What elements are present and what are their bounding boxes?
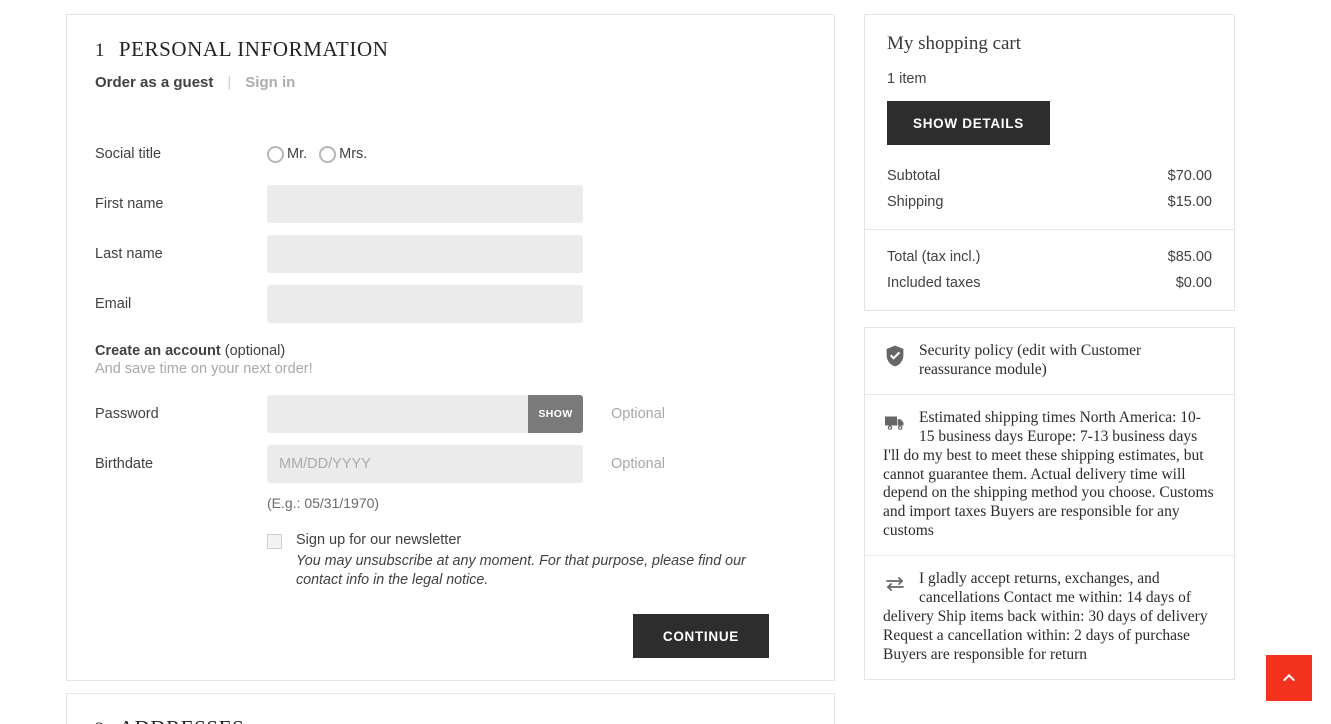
continue-button[interactable]: CONTINUE: [632, 614, 769, 659]
newsletter-subtitle: You may unsubscribe at any moment. For t…: [296, 552, 746, 588]
addresses-card[interactable]: 2 ADDRESSES: [66, 693, 835, 724]
reassurance-block-shipping: Estimated shipping times North America: …: [865, 395, 1234, 557]
show-details-button[interactable]: SHOW DETAILS: [887, 101, 1050, 145]
create-account-subtitle: And save time on your next order!: [95, 361, 313, 377]
first-name-label: First name: [95, 196, 164, 212]
truck-icon: [883, 411, 907, 435]
password-optional-tag: Optional: [611, 406, 666, 422]
shield-check-icon: [883, 344, 907, 368]
cart-subtotals: Subtotal $70.00 Shipping $15.00: [865, 163, 1234, 229]
newsletter-checkbox[interactable]: [267, 534, 282, 549]
newsletter-row: Sign up for our newsletter You may unsub…: [267, 531, 806, 590]
cart-item-count: 1 item: [887, 71, 927, 87]
reassurance-card: Security policy (edit with Customer reas…: [864, 327, 1235, 680]
order-as-guest-tab[interactable]: Order as a guest: [95, 74, 213, 91]
personal-information-card: 1 PERSONAL INFORMATION Order as a guest | S…: [66, 14, 835, 682]
social-title-radio-group: Mr. Mrs.: [267, 135, 379, 173]
step-2-number: 2: [95, 719, 105, 724]
show-password-button[interactable]: SHOW: [528, 395, 583, 433]
cart-taxes-row: Included taxes $0.00: [887, 270, 1212, 296]
password-field-group: SHOW: [267, 395, 583, 433]
email-label: Email: [95, 296, 132, 312]
last-name-row: Last name: [95, 235, 806, 273]
guest-signin-tabs: Order as a guest | Sign in: [67, 62, 834, 117]
last-name-input[interactable]: [267, 235, 583, 273]
cart-line-shipping-label: Shipping: [887, 194, 944, 210]
password-row: Password SHOW Optional: [95, 395, 806, 433]
birthdate-label: Birthdate: [95, 456, 154, 472]
checkout-page: 1 PERSONAL INFORMATION Order as a guest | S…: [0, 0, 1331, 724]
scroll-to-top-button[interactable]: [1266, 655, 1312, 701]
cart-line-subtotal-label: Subtotal: [887, 168, 941, 184]
social-title-option-mr[interactable]: Mr.: [267, 145, 308, 163]
cart-totals: Total (tax incl.) $85.00 Included taxes …: [865, 229, 1234, 310]
birthdate-row: Birthdate Optional: [95, 445, 806, 483]
birthdate-hint: (E.g.: 05/31/1970): [267, 495, 380, 511]
email-row: Email: [95, 285, 806, 323]
last-name-label: Last name: [95, 246, 163, 262]
radio-icon[interactable]: [319, 145, 337, 163]
personal-information-form: Social title Mr. Mrs. First name Last na…: [67, 117, 834, 680]
cart-title: My shopping cart: [887, 33, 1022, 54]
reassurance-block-returns: I gladly accept returns, exchanges, and …: [865, 556, 1234, 679]
cart-line-shipping: Shipping $15.00: [887, 189, 1212, 215]
password-label: Password: [95, 406, 159, 422]
reassurance-text-shipping: Estimated shipping times North America: …: [883, 408, 1214, 540]
social-title-row: Social title Mr. Mrs.: [95, 135, 806, 173]
checkout-right-column: My shopping cart 1 item SHOW DETAILS Sub…: [864, 14, 1235, 680]
newsletter-title: Sign up for our newsletter: [296, 532, 462, 548]
social-title-option-mrs-label: Mrs.: [339, 146, 368, 162]
cart-line-shipping-value: $15.00: [1167, 194, 1212, 210]
create-account-heading: Create an account (optional): [95, 343, 806, 359]
exchange-arrows-icon: [883, 572, 907, 596]
reassurance-block-security: Security policy (edit with Customer reas…: [865, 328, 1234, 395]
step-2-title: ADDRESSES: [119, 716, 245, 724]
create-account-bold: Create an account: [95, 343, 221, 359]
birthdate-input[interactable]: [267, 445, 583, 483]
cart-taxes-label: Included taxes: [887, 275, 981, 291]
radio-icon[interactable]: [267, 145, 284, 163]
cart-line-subtotal-value: $70.00: [1167, 168, 1212, 184]
show-details-wrap: SHOW DETAILS: [865, 87, 1234, 163]
birthdate-optional-tag: Optional: [611, 456, 666, 472]
tab-separator: |: [227, 74, 232, 91]
create-account-optional: (optional): [220, 343, 286, 359]
continue-row: CONTINUE: [95, 614, 806, 659]
first-name-row: First name: [95, 185, 806, 223]
social-title-option-mrs[interactable]: Mrs.: [319, 145, 368, 163]
social-title-label: Social title: [95, 146, 162, 162]
social-title-option-mr-label: Mr.: [287, 146, 308, 162]
reassurance-text-security: Security policy (edit with Customer reas…: [919, 342, 1142, 378]
cart-total-value: $85.00: [1167, 249, 1212, 265]
chevron-up-icon: [1283, 674, 1295, 681]
cart-line-subtotal: Subtotal $70.00: [887, 163, 1212, 189]
first-name-input[interactable]: [267, 185, 583, 223]
step-1-title: PERSONAL INFORMATION: [118, 37, 389, 61]
step-1-number: 1: [95, 40, 105, 61]
sign-in-tab[interactable]: Sign in: [245, 74, 295, 91]
step-1-header: 1 PERSONAL INFORMATION: [67, 15, 834, 62]
checkout-left-column: 1 PERSONAL INFORMATION Order as a guest | S…: [66, 14, 835, 724]
password-input[interactable]: [267, 395, 528, 433]
cart-total-row: Total (tax incl.) $85.00: [887, 244, 1212, 270]
cart-total-label: Total (tax incl.): [887, 249, 981, 265]
reassurance-text-returns: I gladly accept returns, exchanges, and …: [883, 570, 1208, 663]
shopping-cart-card: My shopping cart 1 item SHOW DETAILS Sub…: [864, 14, 1235, 311]
email-input[interactable]: [267, 285, 583, 323]
step-2-header: 2 ADDRESSES: [67, 694, 834, 724]
cart-taxes-value: $0.00: [1175, 275, 1212, 291]
newsletter-text: Sign up for our newsletter You may unsub…: [296, 531, 770, 590]
